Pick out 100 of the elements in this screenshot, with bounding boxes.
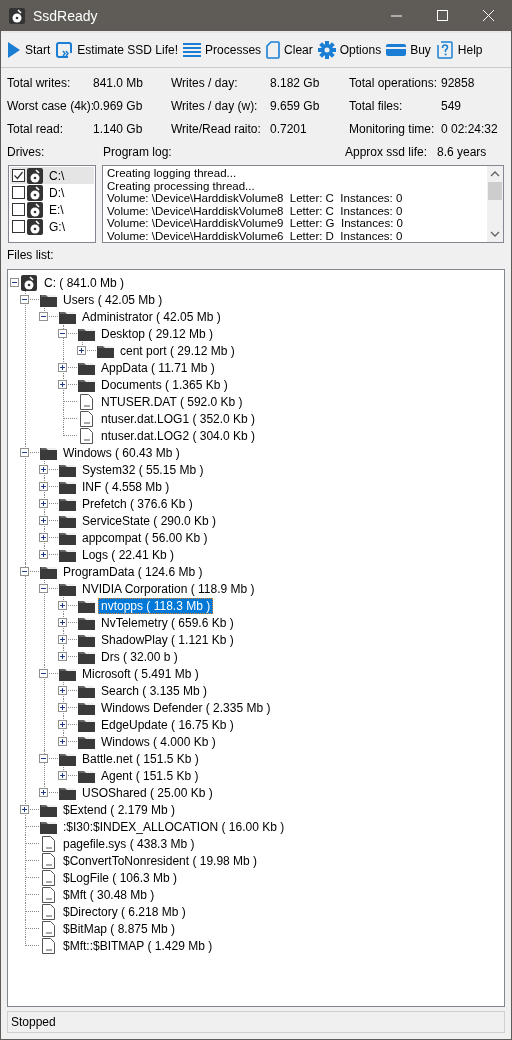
tree-item[interactable]: Drs ( 32.00 b ) — [98, 648, 181, 665]
expand-toggle[interactable] — [39, 788, 48, 797]
tree-item[interactable]: $LogFile ( 106.3 Mb ) — [60, 869, 181, 886]
tree-item[interactable]: $ConvertToNonresident ( 19.98 Mb ) — [60, 852, 261, 869]
drive-item[interactable]: C:\ — [10, 167, 94, 184]
expand-toggle[interactable] — [39, 499, 48, 508]
tree-item[interactable]: appcompat ( 56.00 Kb ) — [79, 529, 211, 546]
tree-item[interactable]: Windows Defender ( 2.335 Mb ) — [98, 699, 274, 716]
folder-icon — [77, 734, 95, 749]
collapse-toggle[interactable] — [20, 295, 29, 304]
collapse-toggle[interactable] — [39, 312, 48, 321]
tree-item[interactable]: System32 ( 55.15 Mb ) — [79, 461, 207, 478]
tree-item[interactable]: nvtopps ( 118.3 Mb ) — [98, 597, 214, 614]
toolbar-button[interactable]: Buy — [384, 41, 433, 59]
toolbar-button[interactable]: Help — [433, 39, 485, 61]
collapse-toggle[interactable] — [39, 584, 48, 593]
expand-toggle[interactable] — [58, 652, 67, 661]
collapse-toggle[interactable] — [39, 754, 48, 763]
tree-item[interactable]: Logs ( 22.41 Kb ) — [79, 546, 178, 563]
expand-toggle[interactable] — [39, 516, 48, 525]
expand-toggle[interactable] — [39, 465, 48, 474]
toolbar-button[interactable]: Options — [315, 39, 384, 61]
toolbar-button[interactable]: Clear — [264, 39, 315, 61]
tree-item[interactable]: AppData ( 11.71 Mb ) — [98, 359, 218, 376]
tree-item[interactable]: Windows ( 4.000 Kb ) — [98, 733, 219, 750]
expand-toggle[interactable] — [58, 703, 67, 712]
log-line: Volume: \Device\HarddiskVolume8 Letter: C Instances: 0 — [107, 204, 404, 218]
collapse-toggle[interactable] — [39, 669, 48, 678]
expand-toggle[interactable] — [58, 737, 67, 746]
tree-item[interactable]: C: ( 841.0 Mb ) — [41, 274, 128, 291]
tree-item[interactable]: Prefetch ( 376.6 Kb ) — [79, 495, 196, 512]
drive-item[interactable]: D:\ — [10, 184, 94, 201]
tree-item[interactable]: $BitMap ( 8.875 Mb ) — [60, 920, 179, 937]
stat-label: Total files: — [349, 98, 404, 115]
drive-item[interactable]: G:\ — [10, 218, 94, 235]
tree-item[interactable]: pagefile.sys ( 438.3 Mb ) — [60, 835, 198, 852]
tree-item[interactable]: NvTelemetry ( 659.6 Kb ) — [98, 614, 237, 631]
expand-toggle[interactable] — [58, 635, 67, 644]
tree-item[interactable]: $Mft ( 30.48 Mb ) — [60, 886, 158, 903]
tree-item[interactable]: ProgramData ( 124.6 Mb ) — [60, 563, 206, 580]
toolbar-button[interactable]: Start — [5, 39, 53, 61]
tree-item[interactable]: ntuser.dat.LOG2 ( 304.0 Kb ) — [98, 427, 259, 444]
tree-item[interactable]: Documents ( 1.365 Kb ) — [98, 376, 231, 393]
folder-icon — [77, 717, 95, 732]
folder-icon — [58, 547, 76, 562]
collapse-toggle[interactable] — [20, 567, 29, 576]
tree-item[interactable]: NVIDIA Corporation ( 118.9 Mb ) — [79, 580, 258, 597]
expand-toggle[interactable] — [77, 346, 86, 355]
expand-toggle[interactable] — [58, 363, 67, 372]
window-title: SsdReady — [33, 7, 99, 24]
scrollbar-thumb[interactable] — [488, 182, 502, 200]
drive-checkbox[interactable] — [12, 220, 25, 233]
expand-toggle[interactable] — [58, 618, 67, 627]
tree-item[interactable]: Battle.net ( 151.5 Kb ) — [79, 750, 202, 767]
tree-item[interactable]: $Mft::$BITMAP ( 1.429 Mb ) — [60, 937, 216, 954]
drive-checkbox[interactable] — [12, 169, 25, 182]
status-text: Stopped — [7, 1011, 505, 1033]
tree-item[interactable]: Users ( 42.05 Mb ) — [60, 291, 166, 308]
drive-checkbox[interactable] — [12, 186, 25, 199]
collapse-toggle[interactable] — [20, 448, 29, 457]
tree-item[interactable]: Search ( 3.135 Mb ) — [98, 682, 211, 699]
collapse-toggle[interactable] — [10, 278, 19, 287]
toolbar-button[interactable]: Processes — [181, 40, 264, 60]
drive-item[interactable]: E:\ — [10, 201, 94, 218]
tree-item[interactable]: EdgeUpdate ( 16.75 Kb ) — [98, 716, 237, 733]
tree-item[interactable]: ShadowPlay ( 1.121 Kb ) — [98, 631, 237, 648]
tree-item[interactable]: INF ( 4.558 Mb ) — [79, 478, 173, 495]
expand-toggle[interactable] — [58, 771, 67, 780]
folder-icon — [77, 768, 95, 783]
expand-toggle[interactable] — [58, 601, 67, 610]
expand-toggle[interactable] — [39, 482, 48, 491]
drive-checkbox[interactable] — [12, 203, 25, 216]
log-line: Volume: \Device\HarddiskVolume9 Letter: G Instances: 0 — [107, 217, 404, 230]
expand-toggle[interactable] — [39, 533, 48, 542]
tree-item[interactable]: Desktop ( 29.12 Mb ) — [98, 325, 217, 342]
tree-item[interactable]: cent port ( 29.12 Mb ) — [117, 342, 238, 359]
stat-value: 0.969 Gb — [93, 98, 144, 115]
tree-item[interactable]: Agent ( 151.5 Kb ) — [98, 767, 202, 784]
tree-item[interactable]: $Extend ( 2.179 Mb ) — [60, 801, 179, 818]
tree-item[interactable]: USOShared ( 25.00 Kb ) — [79, 784, 216, 801]
stat-label: Monitoring time: — [349, 121, 436, 138]
expand-toggle[interactable] — [20, 805, 29, 814]
toolbar-button[interactable]: Estimate SSD Life! — [53, 39, 181, 61]
expand-toggle[interactable] — [58, 380, 67, 389]
folder-icon — [39, 802, 57, 817]
tree-item[interactable]: Microsoft ( 5.491 Mb ) — [79, 665, 202, 682]
tree-item[interactable]: NTUSER.DAT ( 592.0 Kb ) — [98, 393, 246, 410]
collapse-toggle[interactable] — [58, 329, 67, 338]
tree-item[interactable]: ServiceState ( 290.0 Kb ) — [79, 512, 220, 529]
tree-item[interactable]: :$I30:$INDEX_ALLOCATION ( 16.00 Kb ) — [60, 818, 288, 835]
expand-toggle[interactable] — [58, 686, 67, 695]
file-icon — [41, 937, 55, 954]
expand-toggle[interactable] — [58, 720, 67, 729]
tree-item[interactable]: $Directory ( 6.218 Mb ) — [60, 903, 189, 920]
page-icon — [266, 41, 281, 59]
tree-item[interactable]: ntuser.dat.LOG1 ( 352.0 Kb ) — [98, 410, 259, 427]
stat-label: Writes / day (w): — [171, 98, 259, 115]
expand-toggle[interactable] — [39, 550, 48, 559]
tree-item[interactable]: Windows ( 60.43 Mb ) — [60, 444, 183, 461]
tree-item[interactable]: Administrator ( 42.05 Mb ) — [79, 308, 224, 325]
